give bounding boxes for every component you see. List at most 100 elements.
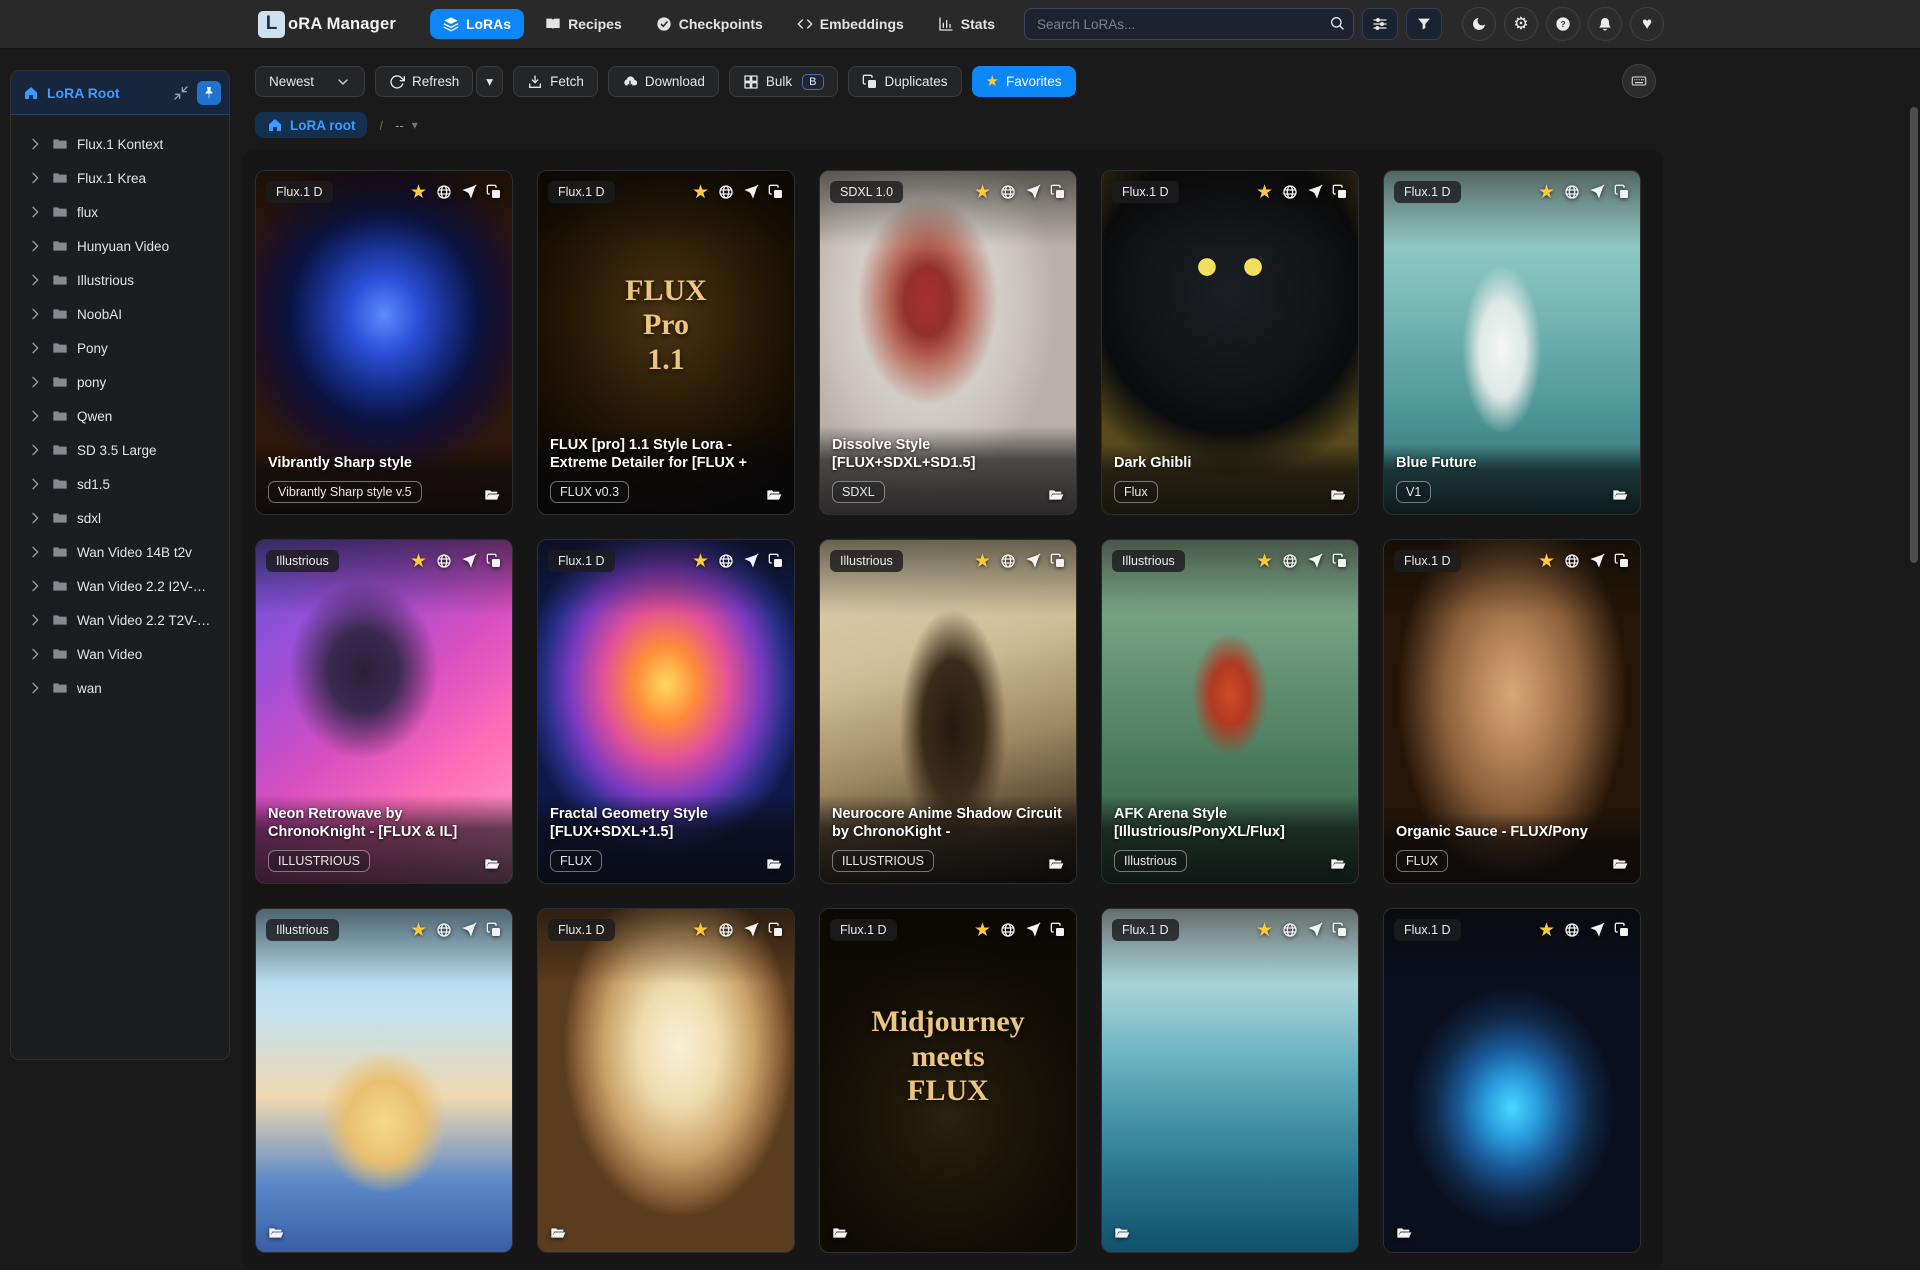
send-icon[interactable] <box>461 922 477 938</box>
search-input[interactable] <box>1024 8 1354 40</box>
theme-toggle-button[interactable] <box>1462 7 1496 41</box>
fetch-button[interactable]: Fetch <box>513 66 598 97</box>
search-settings-button[interactable] <box>1362 8 1398 40</box>
favorite-star-icon[interactable]: ★ <box>974 552 991 571</box>
open-folder-icon[interactable] <box>268 1225 284 1241</box>
sidebar-folder-item[interactable]: Pony <box>17 331 223 365</box>
lora-card[interactable]: Illustrious ★ Neurocore Anime Shadow Cir… <box>819 539 1077 884</box>
favorite-star-icon[interactable]: ★ <box>410 552 427 571</box>
breadcrumb-root[interactable]: LoRA root <box>255 112 368 138</box>
favorite-star-icon[interactable]: ★ <box>1538 183 1555 202</box>
sidebar-folder-item[interactable]: pony <box>17 365 223 399</box>
favorite-star-icon[interactable]: ★ <box>410 921 427 940</box>
globe-icon[interactable] <box>1564 553 1580 569</box>
scrollbar-thumb[interactable] <box>1910 107 1918 563</box>
copy-icon[interactable] <box>1050 184 1066 200</box>
favorite-star-icon[interactable]: ★ <box>1256 552 1273 571</box>
send-icon[interactable] <box>1025 184 1041 200</box>
lora-card[interactable]: SDXL 1.0 ★ Dissolve Style [FLUX+SDXL+SD1… <box>819 170 1077 515</box>
lora-card[interactable]: Illustrious ★ <box>255 908 513 1253</box>
lora-card[interactable]: Flux.1 D ★ <box>537 908 795 1253</box>
open-folder-icon[interactable] <box>1048 487 1064 503</box>
send-icon[interactable] <box>743 553 759 569</box>
open-folder-icon[interactable] <box>484 856 500 872</box>
globe-icon[interactable] <box>436 922 452 938</box>
sidebar-folder-item[interactable]: SD 3.5 Large <box>17 433 223 467</box>
sidebar-folder-item[interactable]: Wan Video <box>17 637 223 671</box>
open-folder-icon[interactable] <box>1396 1225 1412 1241</box>
copy-icon[interactable] <box>768 922 784 938</box>
lora-card[interactable]: Flux.1 D ★ <box>1101 908 1359 1253</box>
sidebar-root-label[interactable]: LoRA Root <box>47 85 165 101</box>
favorite-star-icon[interactable]: ★ <box>1256 183 1273 202</box>
open-folder-icon[interactable] <box>832 1225 848 1241</box>
tab-recipes[interactable]: Recipes <box>532 9 635 39</box>
filter-button[interactable] <box>1406 8 1442 40</box>
copy-icon[interactable] <box>1614 553 1630 569</box>
send-icon[interactable] <box>461 553 477 569</box>
pin-sidebar-button[interactable] <box>197 80 221 105</box>
favorites-filter-button[interactable]: ★ Favorites <box>971 66 1076 97</box>
sidebar-folder-item[interactable]: Illustrious <box>17 263 223 297</box>
copy-icon[interactable] <box>1050 553 1066 569</box>
favorite-star-icon[interactable]: ★ <box>410 183 427 202</box>
copy-icon[interactable] <box>486 184 502 200</box>
sidebar-folder-item[interactable]: Flux.1 Kontext <box>17 127 223 161</box>
sidebar-folder-item[interactable]: Wan Video 2.2 T2V-A14B <box>17 603 223 637</box>
globe-icon[interactable] <box>436 184 452 200</box>
tab-embeddings[interactable]: Embeddings <box>784 9 917 39</box>
refresh-options-button[interactable]: ▾ <box>476 66 504 97</box>
copy-icon[interactable] <box>1332 922 1348 938</box>
tab-stats[interactable]: Stats <box>925 9 1008 39</box>
favorites-nav-button[interactable]: ♥ <box>1630 7 1664 41</box>
favorite-star-icon[interactable]: ★ <box>974 183 991 202</box>
globe-icon[interactable] <box>1564 184 1580 200</box>
help-button[interactable]: ? <box>1546 7 1580 41</box>
sidebar-folder-item[interactable]: Hunyuan Video <box>17 229 223 263</box>
lora-card[interactable]: Flux.1 D ★ Fractal Geometry Style [FLUX+… <box>537 539 795 884</box>
open-folder-icon[interactable] <box>550 1225 566 1241</box>
send-icon[interactable] <box>743 922 759 938</box>
sidebar-folder-item[interactable]: sdxl <box>17 501 223 535</box>
copy-icon[interactable] <box>768 553 784 569</box>
lora-card[interactable]: Midjourney meets FLUX Flux.1 D ★ <box>819 908 1077 1253</box>
send-icon[interactable] <box>461 184 477 200</box>
lora-card[interactable]: Flux.1 D ★ Organic Sauce - FLUX/Pony FLU… <box>1383 539 1641 884</box>
duplicates-button[interactable]: Duplicates <box>847 66 962 97</box>
sidebar-folder-item[interactable]: Qwen <box>17 399 223 433</box>
lora-card[interactable]: Flux.1 D ★ Dark Ghibli Flux <box>1101 170 1359 515</box>
send-icon[interactable] <box>1307 922 1323 938</box>
open-folder-icon[interactable] <box>1048 856 1064 872</box>
send-icon[interactable] <box>1025 922 1041 938</box>
open-folder-icon[interactable] <box>1330 487 1346 503</box>
send-icon[interactable] <box>1307 184 1323 200</box>
send-icon[interactable] <box>1589 922 1605 938</box>
download-button[interactable]: Download <box>607 66 719 97</box>
copy-icon[interactable] <box>1614 184 1630 200</box>
keyboard-shortcuts-button[interactable] <box>1622 64 1656 98</box>
open-folder-icon[interactable] <box>1330 856 1346 872</box>
copy-icon[interactable] <box>486 922 502 938</box>
favorite-star-icon[interactable]: ★ <box>1538 921 1555 940</box>
favorite-star-icon[interactable]: ★ <box>692 552 709 571</box>
refresh-button[interactable]: Refresh <box>375 66 474 97</box>
globe-icon[interactable] <box>1564 922 1580 938</box>
collapse-tree-button[interactable] <box>173 85 189 101</box>
send-icon[interactable] <box>1025 553 1041 569</box>
sidebar-folder-item[interactable]: wan <box>17 671 223 705</box>
copy-icon[interactable] <box>1332 553 1348 569</box>
favorite-star-icon[interactable]: ★ <box>974 921 991 940</box>
send-icon[interactable] <box>1589 553 1605 569</box>
lora-card[interactable]: Flux.1 D ★ <box>1383 908 1641 1253</box>
globe-icon[interactable] <box>718 922 734 938</box>
send-icon[interactable] <box>743 184 759 200</box>
globe-icon[interactable] <box>718 553 734 569</box>
globe-icon[interactable] <box>436 553 452 569</box>
favorite-star-icon[interactable]: ★ <box>692 921 709 940</box>
open-folder-icon[interactable] <box>484 487 500 503</box>
globe-icon[interactable] <box>1282 184 1298 200</box>
globe-icon[interactable] <box>1282 553 1298 569</box>
lora-card[interactable]: FLUX Pro 1.1 Flux.1 D ★ FLUX [pro] 1.1 Sty… <box>537 170 795 515</box>
open-folder-icon[interactable] <box>766 856 782 872</box>
globe-icon[interactable] <box>718 184 734 200</box>
